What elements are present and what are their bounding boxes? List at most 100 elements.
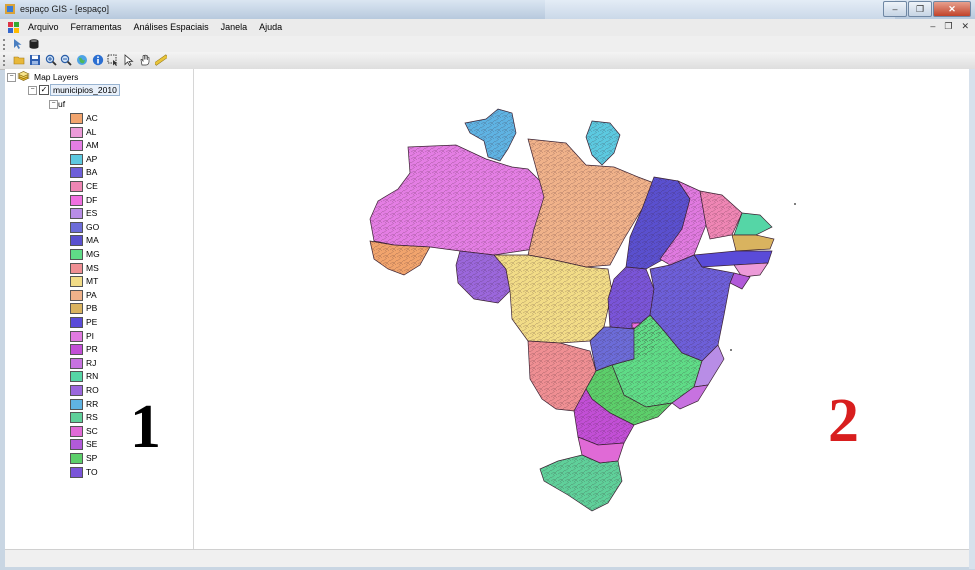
menu-ajuda[interactable]: Ajuda bbox=[259, 22, 282, 32]
app-icon bbox=[5, 4, 15, 14]
legend-label: TO bbox=[86, 466, 98, 477]
select-pointer-icon[interactable] bbox=[123, 54, 135, 66]
layer-tree-panel: − Map Layers − ✓ municipios_2010 − uf AC… bbox=[5, 69, 194, 549]
legend-swatch bbox=[70, 466, 83, 478]
legend-label: ES bbox=[86, 208, 98, 219]
legend-label: PA bbox=[86, 289, 97, 300]
legend-label: AC bbox=[86, 113, 98, 123]
legend-label: PB bbox=[86, 303, 98, 314]
window-controls: – ❐ ✕ bbox=[883, 1, 971, 17]
collapse-field-toggle[interactable]: − bbox=[49, 100, 58, 109]
legend-label: SE bbox=[86, 439, 98, 450]
menu-bar: Arquivo Ferramentas Análises Espaciais J… bbox=[0, 19, 975, 37]
legend-swatch bbox=[70, 371, 83, 383]
collapse-root-toggle[interactable]: − bbox=[7, 73, 16, 82]
layers-stack-icon bbox=[17, 71, 30, 81]
municipality-boundaries bbox=[370, 109, 742, 511]
database-icon[interactable] bbox=[28, 38, 40, 50]
mdi-restore-button[interactable]: ❐ bbox=[944, 21, 952, 32]
layer-name-label[interactable]: municipios_2010 bbox=[50, 84, 120, 96]
menu-analises-espaciais[interactable]: Análises Espaciais bbox=[134, 22, 209, 32]
legend-label: AL bbox=[86, 126, 97, 137]
mdi-controls: – ❐ ✕ bbox=[930, 21, 969, 32]
annotation-number-right: 2 bbox=[828, 387, 859, 455]
close-button[interactable]: ✕ bbox=[933, 1, 971, 17]
legend-label: DF bbox=[86, 194, 98, 205]
window-title: espaço GIS - [espaço] bbox=[20, 4, 110, 14]
toolbar-grip[interactable] bbox=[3, 39, 7, 50]
legend-label: BA bbox=[86, 167, 98, 178]
legend-swatch bbox=[70, 153, 83, 165]
legend-label: MA bbox=[86, 235, 99, 246]
legend-label: PR bbox=[86, 344, 98, 355]
save-icon[interactable] bbox=[29, 54, 41, 66]
legend-swatch bbox=[70, 221, 83, 233]
cursor-icon[interactable] bbox=[12, 38, 24, 50]
legend-swatch bbox=[70, 289, 83, 301]
open-folder-icon[interactable] bbox=[13, 54, 25, 66]
legend-swatch bbox=[70, 140, 83, 152]
legend-swatch bbox=[70, 194, 83, 206]
legend-swatch bbox=[70, 439, 83, 451]
minimize-button[interactable]: – bbox=[883, 1, 907, 17]
legend-swatch bbox=[70, 385, 83, 396]
window-edge bbox=[969, 69, 975, 569]
maximize-button[interactable]: ❐ bbox=[908, 1, 932, 17]
legend-swatch bbox=[70, 208, 83, 220]
map-rendering bbox=[369, 108, 796, 512]
zoom-out-icon[interactable] bbox=[60, 54, 72, 66]
status-bar bbox=[5, 549, 969, 567]
zoom-in-icon[interactable] bbox=[45, 54, 57, 66]
toolbar-grip[interactable] bbox=[3, 55, 7, 66]
tree-root-label[interactable]: Map Layers bbox=[34, 72, 78, 82]
legend-label: MS bbox=[86, 262, 99, 273]
legend-swatch bbox=[70, 344, 83, 356]
background-window-ghost bbox=[545, 0, 895, 19]
legend-swatch bbox=[70, 276, 83, 288]
mdi-child-icon[interactable] bbox=[8, 22, 19, 33]
info-icon[interactable] bbox=[92, 54, 104, 66]
menu-arquivo[interactable]: Arquivo bbox=[28, 22, 59, 32]
mdi-close-button[interactable]: ✕ bbox=[961, 21, 969, 32]
toolbar-top bbox=[0, 36, 975, 53]
toolbar-map bbox=[0, 52, 975, 70]
legend-label: RR bbox=[86, 398, 99, 409]
map-canvas[interactable] bbox=[194, 69, 969, 549]
legend-label: AP bbox=[86, 153, 98, 164]
measure-icon[interactable] bbox=[155, 54, 167, 66]
mdi-minimize-button[interactable]: – bbox=[930, 21, 935, 32]
legend-label: AM bbox=[86, 140, 99, 151]
legend-label: PI bbox=[86, 330, 95, 341]
legend-swatch bbox=[70, 357, 83, 369]
full-extent-icon[interactable] bbox=[76, 54, 88, 66]
select-rectangle-icon[interactable] bbox=[107, 54, 119, 66]
field-label[interactable]: uf bbox=[58, 99, 65, 109]
legend-label: GO bbox=[86, 221, 100, 232]
application-window: espaço GIS - [espaço] – ❐ ✕ Arquivo Ferr… bbox=[0, 0, 975, 570]
island-point bbox=[794, 203, 796, 205]
annotation-number-left: 1 bbox=[130, 393, 161, 461]
legend-label: MG bbox=[86, 249, 100, 259]
menu-ferramentas[interactable]: Ferramentas bbox=[71, 22, 122, 32]
layer-visibility-checkbox[interactable]: ✓ bbox=[39, 85, 49, 95]
legend-swatch bbox=[70, 181, 83, 192]
legend-swatch bbox=[70, 249, 83, 260]
state-pb[interactable] bbox=[731, 234, 775, 252]
legend-swatch bbox=[70, 235, 83, 247]
legend-swatch bbox=[70, 113, 83, 124]
legend-swatch bbox=[70, 317, 83, 328]
legend-swatch bbox=[70, 303, 83, 315]
legend-swatch bbox=[70, 330, 83, 342]
collapse-layer-toggle[interactable]: − bbox=[28, 86, 37, 95]
menu-janela[interactable]: Janela bbox=[221, 22, 248, 32]
pan-hand-icon[interactable] bbox=[139, 54, 151, 66]
legend-swatch bbox=[70, 262, 83, 274]
legend-label: CE bbox=[86, 181, 98, 191]
legend-swatch bbox=[70, 126, 83, 138]
legend-swatch bbox=[70, 453, 83, 464]
legend-swatch bbox=[70, 425, 83, 437]
legend-swatch bbox=[70, 412, 83, 424]
menu-items: Arquivo Ferramentas Análises Espaciais J… bbox=[28, 22, 282, 32]
legend-swatch bbox=[70, 167, 83, 179]
legend-label: PE bbox=[86, 317, 98, 327]
